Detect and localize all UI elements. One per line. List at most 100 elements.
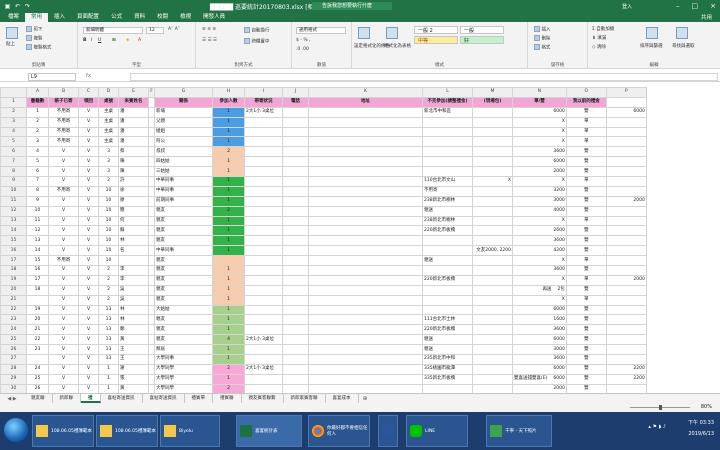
cell[interactable]: 10 bbox=[98, 235, 119, 247]
cell[interactable]: 10 bbox=[98, 255, 119, 267]
cell[interactable] bbox=[308, 185, 423, 197]
cell[interactable] bbox=[308, 225, 423, 237]
cell[interactable]: 7 bbox=[26, 176, 49, 187]
cell[interactable]: 名 bbox=[118, 245, 149, 257]
cell[interactable]: V bbox=[48, 324, 79, 336]
align-left-icon[interactable]: ☰ ☰ ☰ bbox=[202, 38, 217, 43]
cell[interactable]: 1 bbox=[212, 324, 245, 336]
fill-color-icon[interactable]: ◈ bbox=[126, 38, 129, 43]
cell[interactable]: 6000 bbox=[512, 106, 567, 118]
cell[interactable]: 親送 bbox=[422, 334, 473, 346]
cell[interactable]: 2000 bbox=[512, 383, 567, 393]
formula-input[interactable] bbox=[130, 73, 718, 81]
paste-button[interactable]: 貼上 bbox=[6, 41, 15, 47]
taskbar-item-folder-1[interactable]: 108.06.05禮簿範本 bbox=[32, 415, 94, 447]
cell[interactable]: 何 bbox=[118, 215, 149, 227]
cell[interactable]: 2 bbox=[212, 146, 245, 158]
column-header[interactable]: J bbox=[282, 87, 309, 98]
cell[interactable] bbox=[472, 373, 513, 385]
cell[interactable] bbox=[244, 324, 283, 336]
column-header[interactable]: G bbox=[154, 87, 213, 98]
cell[interactable]: 24 bbox=[26, 363, 49, 375]
cell[interactable] bbox=[282, 314, 309, 326]
cell[interactable] bbox=[244, 136, 283, 148]
cell[interactable] bbox=[472, 294, 513, 306]
cell[interactable]: 1 bbox=[212, 294, 245, 306]
cell[interactable] bbox=[244, 225, 283, 237]
cell[interactable]: 2 bbox=[98, 176, 119, 187]
cell[interactable] bbox=[282, 344, 309, 356]
row-header[interactable]: 8 bbox=[0, 166, 27, 178]
cell[interactable]: 雙 bbox=[565, 265, 607, 276]
font-color-icon[interactable]: A bbox=[138, 38, 141, 43]
cell[interactable]: 2000 bbox=[605, 195, 647, 207]
cell[interactable]: 親友 bbox=[154, 265, 213, 276]
cell[interactable]: V bbox=[78, 255, 99, 267]
cell[interactable]: 220新北市板橋 bbox=[422, 225, 473, 237]
sheet-tab[interactable]: 禮賓聯 bbox=[213, 394, 242, 403]
zoom-slider-handle[interactable] bbox=[659, 405, 662, 410]
cell[interactable]: 1 bbox=[212, 245, 245, 257]
cell[interactable] bbox=[605, 126, 647, 138]
cell[interactable] bbox=[605, 383, 647, 393]
header-cell[interactable]: 參加人數 bbox=[212, 96, 245, 108]
cell[interactable]: 6000 bbox=[512, 363, 567, 375]
cell[interactable]: V bbox=[78, 146, 99, 158]
cell[interactable]: 6 bbox=[26, 166, 49, 178]
cell[interactable] bbox=[244, 156, 283, 168]
cell[interactable]: 1 bbox=[26, 106, 49, 118]
cell[interactable] bbox=[244, 126, 283, 138]
cell[interactable]: 1 bbox=[98, 383, 119, 393]
cell[interactable]: 2200 bbox=[605, 373, 647, 385]
cell[interactable]: 姐姐 bbox=[154, 126, 213, 138]
cell[interactable]: 1 bbox=[212, 225, 245, 237]
cell[interactable] bbox=[605, 344, 647, 356]
cell[interactable] bbox=[472, 215, 513, 227]
conditional-format-icon[interactable] bbox=[358, 27, 370, 39]
cell[interactable]: 8 bbox=[26, 185, 49, 197]
cell[interactable]: 謝 bbox=[118, 363, 149, 375]
row-header[interactable]: 28 bbox=[0, 363, 27, 375]
cell[interactable]: V bbox=[78, 156, 99, 168]
cell[interactable]: 親友 bbox=[154, 215, 213, 227]
cell[interactable]: 2 bbox=[212, 383, 245, 393]
cell[interactable]: 1 bbox=[212, 126, 245, 138]
cell[interactable]: 親友 bbox=[154, 334, 213, 346]
cell[interactable] bbox=[282, 324, 309, 336]
cell[interactable]: 簡 bbox=[118, 205, 149, 217]
cell[interactable]: 三姑姑 bbox=[154, 166, 213, 178]
format-painter-button[interactable]: 複製格式 bbox=[26, 44, 51, 51]
cell[interactable] bbox=[605, 136, 647, 148]
cell[interactable] bbox=[282, 215, 309, 227]
tab-developer[interactable]: 開發人員 bbox=[197, 13, 231, 22]
cell[interactable]: 3 bbox=[98, 166, 119, 178]
cell[interactable] bbox=[308, 215, 423, 227]
cell[interactable] bbox=[26, 294, 49, 306]
row-header[interactable]: 10 bbox=[0, 185, 27, 197]
paste-icon[interactable] bbox=[6, 27, 18, 39]
cell[interactable]: 蔡 bbox=[118, 146, 149, 158]
cell[interactable]: 2 bbox=[98, 284, 119, 296]
cell[interactable] bbox=[308, 344, 423, 356]
cell[interactable]: V bbox=[78, 116, 99, 128]
cell[interactable]: 2大1小 3桌位 bbox=[244, 334, 283, 346]
format-table-button[interactable]: 格式化為表格 bbox=[384, 43, 411, 49]
cell[interactable]: 陳 bbox=[118, 166, 149, 178]
select-all-corner[interactable] bbox=[0, 87, 27, 98]
cell[interactable]: X bbox=[472, 176, 513, 187]
sheet-tab[interactable]: 親友聯 bbox=[24, 394, 53, 403]
cell[interactable] bbox=[282, 116, 309, 128]
cell[interactable] bbox=[422, 265, 473, 276]
cell[interactable]: 1 bbox=[212, 235, 245, 247]
zoom-level[interactable]: 80% bbox=[701, 404, 712, 410]
cell[interactable]: V bbox=[78, 383, 99, 393]
cell[interactable] bbox=[605, 235, 647, 247]
cell[interactable] bbox=[472, 126, 513, 138]
cell[interactable]: V bbox=[48, 334, 79, 346]
cell[interactable] bbox=[282, 176, 309, 187]
cell[interactable]: 不用寄 bbox=[48, 106, 79, 118]
cell[interactable]: 單 bbox=[565, 255, 607, 267]
header-cell[interactable]: 來賓姓名 bbox=[118, 96, 149, 108]
cell[interactable]: 黃 bbox=[118, 334, 149, 346]
cell[interactable] bbox=[244, 215, 283, 227]
